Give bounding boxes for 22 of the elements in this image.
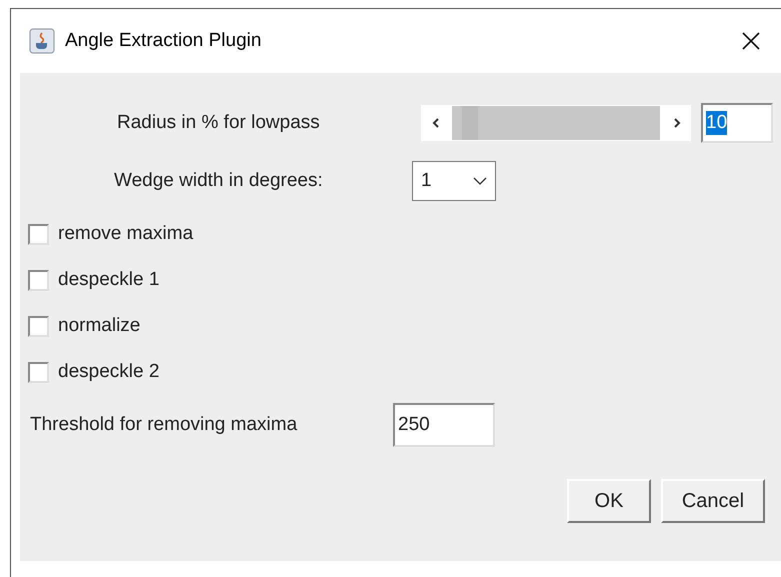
checkbox[interactable] xyxy=(28,316,49,336)
scrollbar-thumb[interactable] xyxy=(462,106,478,140)
checkbox[interactable] xyxy=(28,362,49,382)
checkbox-label[interactable]: remove maxima xyxy=(58,220,194,248)
checkbox[interactable] xyxy=(28,224,49,244)
radius-label: Radius in % for lowpass xyxy=(117,110,321,135)
threshold-input[interactable]: 250 xyxy=(393,403,495,447)
checkbox[interactable] xyxy=(28,270,49,290)
threshold-label: Threshold for removing maxima xyxy=(30,412,298,437)
radius-input[interactable]: 10 xyxy=(701,103,773,143)
chevron-down-icon xyxy=(473,177,487,185)
java-cup-icon xyxy=(29,28,55,54)
window-title: Angle Extraction Plugin xyxy=(65,28,262,53)
checkbox-label[interactable]: despeckle 1 xyxy=(58,266,160,294)
wedge-label: Wedge width in degrees: xyxy=(114,168,324,193)
radius-scrollbar[interactable] xyxy=(421,105,691,141)
wedge-dropdown[interactable]: 1 xyxy=(412,161,496,201)
ok-button[interactable]: OK xyxy=(567,479,651,523)
checkbox-label[interactable]: despeckle 2 xyxy=(58,358,160,386)
checkbox-label[interactable]: normalize xyxy=(58,312,140,340)
close-icon[interactable] xyxy=(741,31,761,51)
cancel-button[interactable]: Cancel xyxy=(661,479,765,523)
